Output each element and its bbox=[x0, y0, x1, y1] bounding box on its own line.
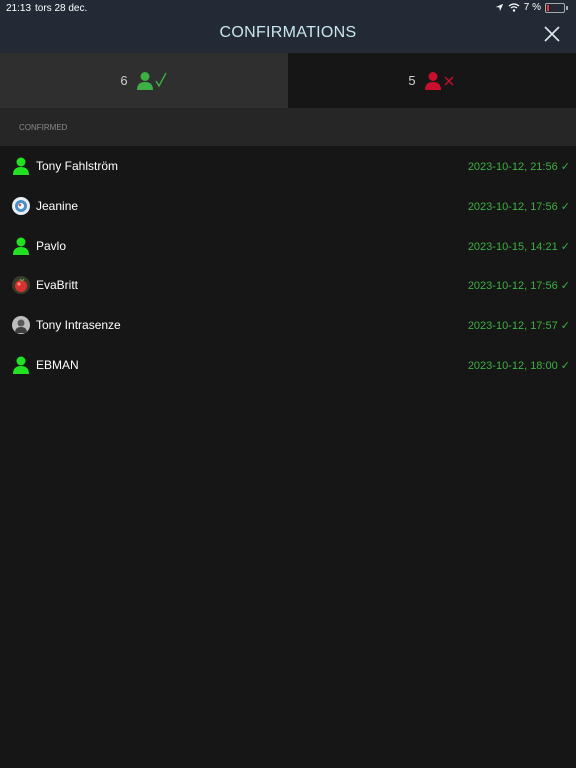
list-item[interactable]: Tony Fahlström 2023-10-12, 21:56 ✓ bbox=[0, 146, 576, 186]
wifi-icon bbox=[508, 3, 520, 12]
person-icon bbox=[13, 356, 29, 374]
section-header: CONFIRMED bbox=[0, 108, 576, 146]
tab-declined[interactable]: 5 bbox=[288, 53, 576, 108]
battery-percent: 7 % bbox=[523, 2, 541, 13]
photo-avatar bbox=[12, 196, 30, 215]
confirmation-date: 2023-10-12, 17:57 ✓ bbox=[467, 320, 570, 333]
status-time: 21:13 bbox=[6, 3, 32, 14]
header: CONFIRMATIONS bbox=[0, 16, 576, 53]
attendee-name: Pavlo bbox=[36, 238, 67, 253]
attendee-name: EvaBritt bbox=[36, 278, 79, 293]
tab-confirmed[interactable]: 6 bbox=[0, 53, 288, 108]
photo-avatar bbox=[12, 276, 30, 295]
confirmation-date: 2023-10-12, 21:56 ✓ bbox=[467, 161, 570, 173]
status-indicators: 7 % bbox=[495, 2, 568, 13]
battery-icon bbox=[545, 2, 565, 13]
list-item[interactable]: Pavlo 2023-10-15, 14:21 ✓ bbox=[0, 226, 576, 266]
list-item[interactable]: EBMAN 2023-10-12, 18:00 ✓ bbox=[0, 345, 576, 385]
person-icon bbox=[13, 237, 29, 255]
confirmation-date: 2023-10-12, 18:00 ✓ bbox=[467, 359, 570, 372]
confirmation-date: 2023-10-15, 14:21 ✓ bbox=[467, 240, 570, 253]
person-check-icon bbox=[136, 71, 167, 90]
tab-bar: 6 5 bbox=[0, 53, 576, 108]
section-label: CONFIRMED bbox=[19, 123, 68, 132]
page-title: CONFIRMATIONS bbox=[219, 24, 357, 41]
location-arrow-icon bbox=[495, 3, 503, 12]
photo-avatar bbox=[12, 316, 30, 335]
attendee-name: Tony Intrasenze bbox=[36, 318, 121, 333]
status-date: tors 28 dec. bbox=[35, 3, 88, 14]
close-icon[interactable] bbox=[542, 24, 562, 44]
status-bar: 21:13 tors 28 dec. 7 % bbox=[0, 0, 576, 16]
list-item[interactable]: Tony Intrasenze 2023-10-12, 17:57 ✓ bbox=[0, 305, 576, 345]
person-cross-icon bbox=[424, 71, 454, 90]
confirmed-count: 6 bbox=[120, 73, 128, 88]
attendee-name: Tony Fahlström bbox=[36, 159, 119, 173]
list-item[interactable]: Jeanine 2023-10-12, 17:56 ✓ bbox=[0, 186, 576, 226]
declined-count: 5 bbox=[408, 73, 416, 88]
confirmation-list: Tony Fahlström 2023-10-12, 21:56 ✓ Jeani… bbox=[0, 146, 576, 385]
person-icon bbox=[13, 157, 29, 175]
list-item[interactable]: EvaBritt 2023-10-12, 17:56 ✓ bbox=[0, 265, 576, 305]
confirmation-date: 2023-10-12, 17:56 ✓ bbox=[467, 280, 570, 293]
attendee-name: EBMAN bbox=[36, 357, 79, 372]
attendee-name: Jeanine bbox=[36, 198, 79, 213]
confirmation-date: 2023-10-12, 17:56 ✓ bbox=[467, 200, 570, 213]
